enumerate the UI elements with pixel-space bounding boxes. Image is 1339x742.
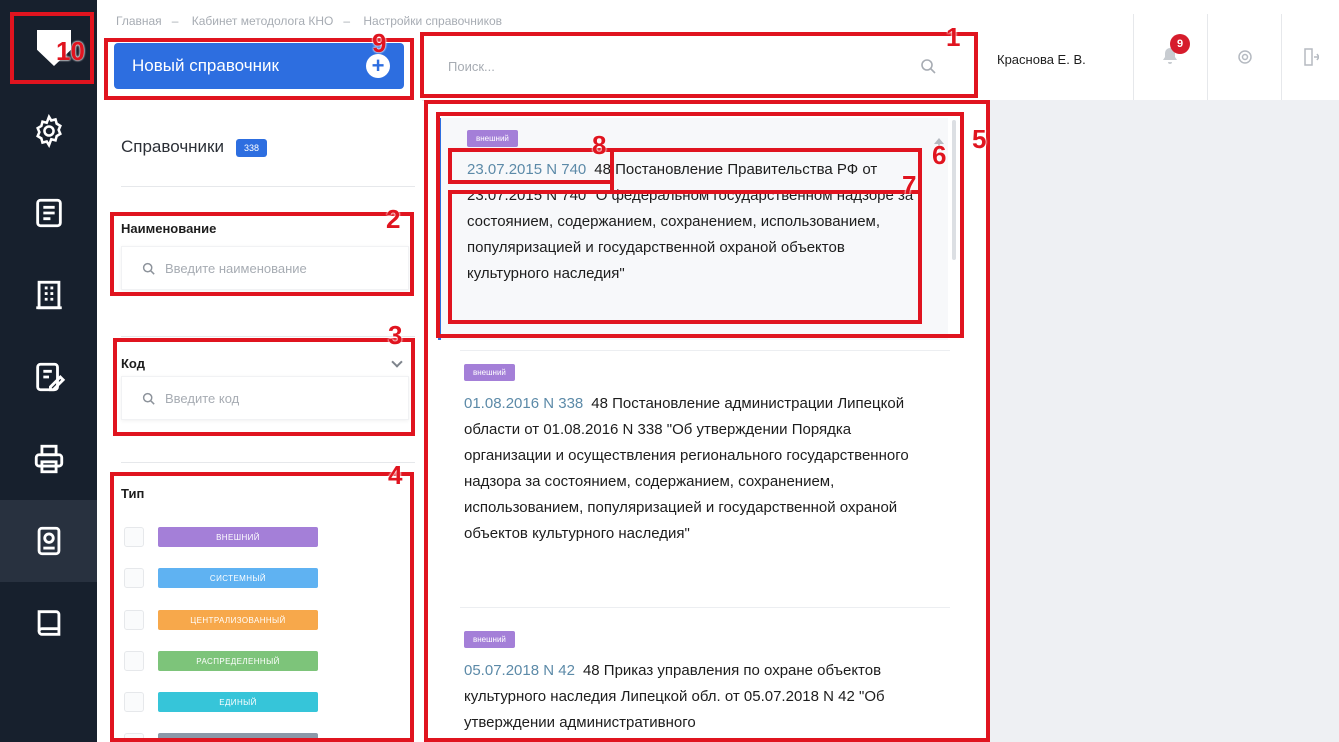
type-filter-label: Тип [121, 486, 145, 501]
type-option[interactable]: внешний [124, 526, 324, 548]
card-number[interactable]: 05.07.2018 N 42 [464, 662, 575, 679]
checkbox[interactable] [124, 733, 144, 742]
breadcrumb-item: Настройки справочников [363, 14, 503, 28]
annotation-number: 10 [56, 36, 85, 66]
search-icon [142, 392, 155, 405]
annotation-number: 3 [388, 320, 403, 350]
type-badge: внешний [467, 130, 518, 147]
notification-badge: 9 [1170, 34, 1190, 54]
new-directory-label: Новый справочник [132, 56, 279, 75]
type-option[interactable]: распределенный [124, 650, 324, 672]
sidebar-title: Справочники 338 [121, 137, 268, 157]
edit-list-icon[interactable] [0, 336, 97, 418]
filter-sidebar: Справочники 338 Наименование Введите наим… [97, 100, 422, 742]
annotation-number: 2 [386, 204, 401, 234]
checkbox[interactable] [124, 568, 144, 588]
book-icon[interactable] [0, 582, 97, 664]
type-option[interactable]: единый [124, 691, 324, 713]
breadcrumb: Главная – Кабинет методолога КНО – Настрой… [116, 14, 503, 28]
bell-icon: 9 [1160, 34, 1190, 71]
checkbox[interactable] [124, 610, 144, 630]
name-filter-input[interactable]: Введите наименование [121, 246, 409, 290]
card-text: 01.08.2016 N 338 48 Постановление админис… [464, 391, 926, 547]
type-tag: локальный [158, 733, 318, 742]
type-tag: распределенный [158, 651, 318, 671]
directory-list: внешний 23.07.2015 N 740 48 Постановление… [430, 100, 956, 742]
annotation-number: 1 [946, 22, 961, 52]
type-badge: внешний [464, 364, 515, 381]
type-tag: централизованный [158, 610, 318, 630]
building-icon[interactable] [0, 254, 97, 336]
annotation-number: 9 [372, 28, 387, 58]
code-filter-placeholder: Введите код [165, 390, 240, 406]
type-badge: внешний [464, 631, 515, 648]
gear-icon [1237, 50, 1252, 64]
left-nav [0, 0, 97, 742]
sidebar-title-text: Справочники [121, 137, 224, 156]
divider [121, 186, 415, 187]
annotation-number: 7 [902, 170, 917, 200]
type-option[interactable]: локальный [124, 732, 324, 742]
name-filter-label: Наименование [121, 221, 217, 236]
settings-icon[interactable] [0, 90, 97, 172]
count-badge: 338 [236, 138, 268, 157]
divider [121, 462, 415, 463]
checkbox[interactable] [124, 527, 144, 547]
breadcrumb-item[interactable]: Главная [116, 14, 162, 28]
annotation-number: 8 [592, 130, 607, 160]
chevron-down-icon[interactable] [391, 356, 403, 368]
logout-icon [1303, 48, 1319, 66]
type-option[interactable]: системный [124, 567, 324, 589]
list-item[interactable]: внешний 05.07.2018 N 42 48 Приказ управле… [438, 629, 948, 742]
search-input[interactable]: Поиск... [428, 40, 958, 92]
breadcrumb-item[interactable]: Кабинет методолога КНО [192, 14, 334, 28]
annotation-number: 6 [932, 140, 947, 170]
divider [121, 336, 415, 337]
search-icon [142, 262, 155, 275]
list-item[interactable]: внешний 23.07.2015 N 740 48 Постановление… [438, 118, 948, 340]
code-filter-input[interactable]: Введите код [121, 376, 409, 420]
search-icon [921, 59, 936, 74]
printer-icon[interactable] [0, 418, 97, 500]
search-placeholder: Поиск... [448, 58, 495, 74]
type-tag: единый [158, 692, 318, 712]
annotation-number: 4 [388, 460, 403, 490]
type-tag: внешний [158, 527, 318, 547]
user-name[interactable]: Краснова Е. В. [997, 52, 1086, 67]
reference-books-icon[interactable] [0, 500, 97, 582]
list-item[interactable]: внешний 01.08.2016 N 338 48 Постановление… [438, 362, 948, 592]
gear-button[interactable] [1207, 14, 1281, 100]
app-root: Главная – Кабинет методолога КНО – Настрой… [0, 0, 1339, 742]
detail-pane [986, 100, 1339, 742]
card-title: 48 Постановление Правительства РФ от 23.… [467, 161, 914, 282]
name-filter-placeholder: Введите наименование [165, 260, 307, 276]
logout-button[interactable] [1281, 14, 1339, 100]
type-tag: системный [158, 568, 318, 588]
code-filter-label: Код [121, 356, 145, 371]
scrollbar[interactable] [952, 120, 956, 260]
card-text: 05.07.2018 N 42 48 Приказ управления по о… [464, 658, 926, 736]
divider [460, 350, 950, 351]
divider [460, 607, 950, 608]
card-number[interactable]: 23.07.2015 N 740 [467, 161, 586, 178]
card-title: 48 Постановление администрации Липецкой … [464, 395, 909, 542]
type-option[interactable]: централизованный [124, 609, 324, 631]
card-text: 23.07.2015 N 740 48 Постановление Правите… [467, 157, 929, 287]
card-number[interactable]: 01.08.2016 N 338 [464, 395, 583, 412]
checkbox[interactable] [124, 651, 144, 671]
checkbox[interactable] [124, 692, 144, 712]
annotation-number: 5 [972, 124, 987, 154]
new-directory-button[interactable]: Новый справочник + [114, 43, 404, 89]
document-icon[interactable] [0, 172, 97, 254]
